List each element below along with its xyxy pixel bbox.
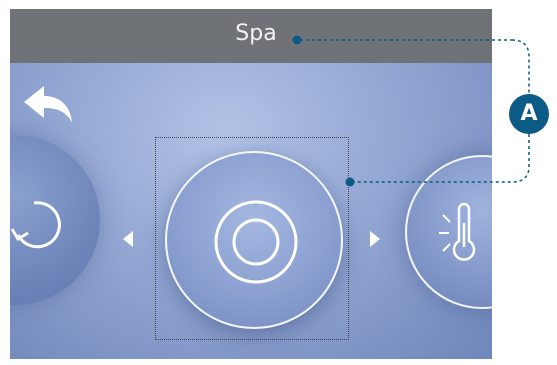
callout-lines [292,35,530,187]
callout-badge-a: A [509,94,549,134]
